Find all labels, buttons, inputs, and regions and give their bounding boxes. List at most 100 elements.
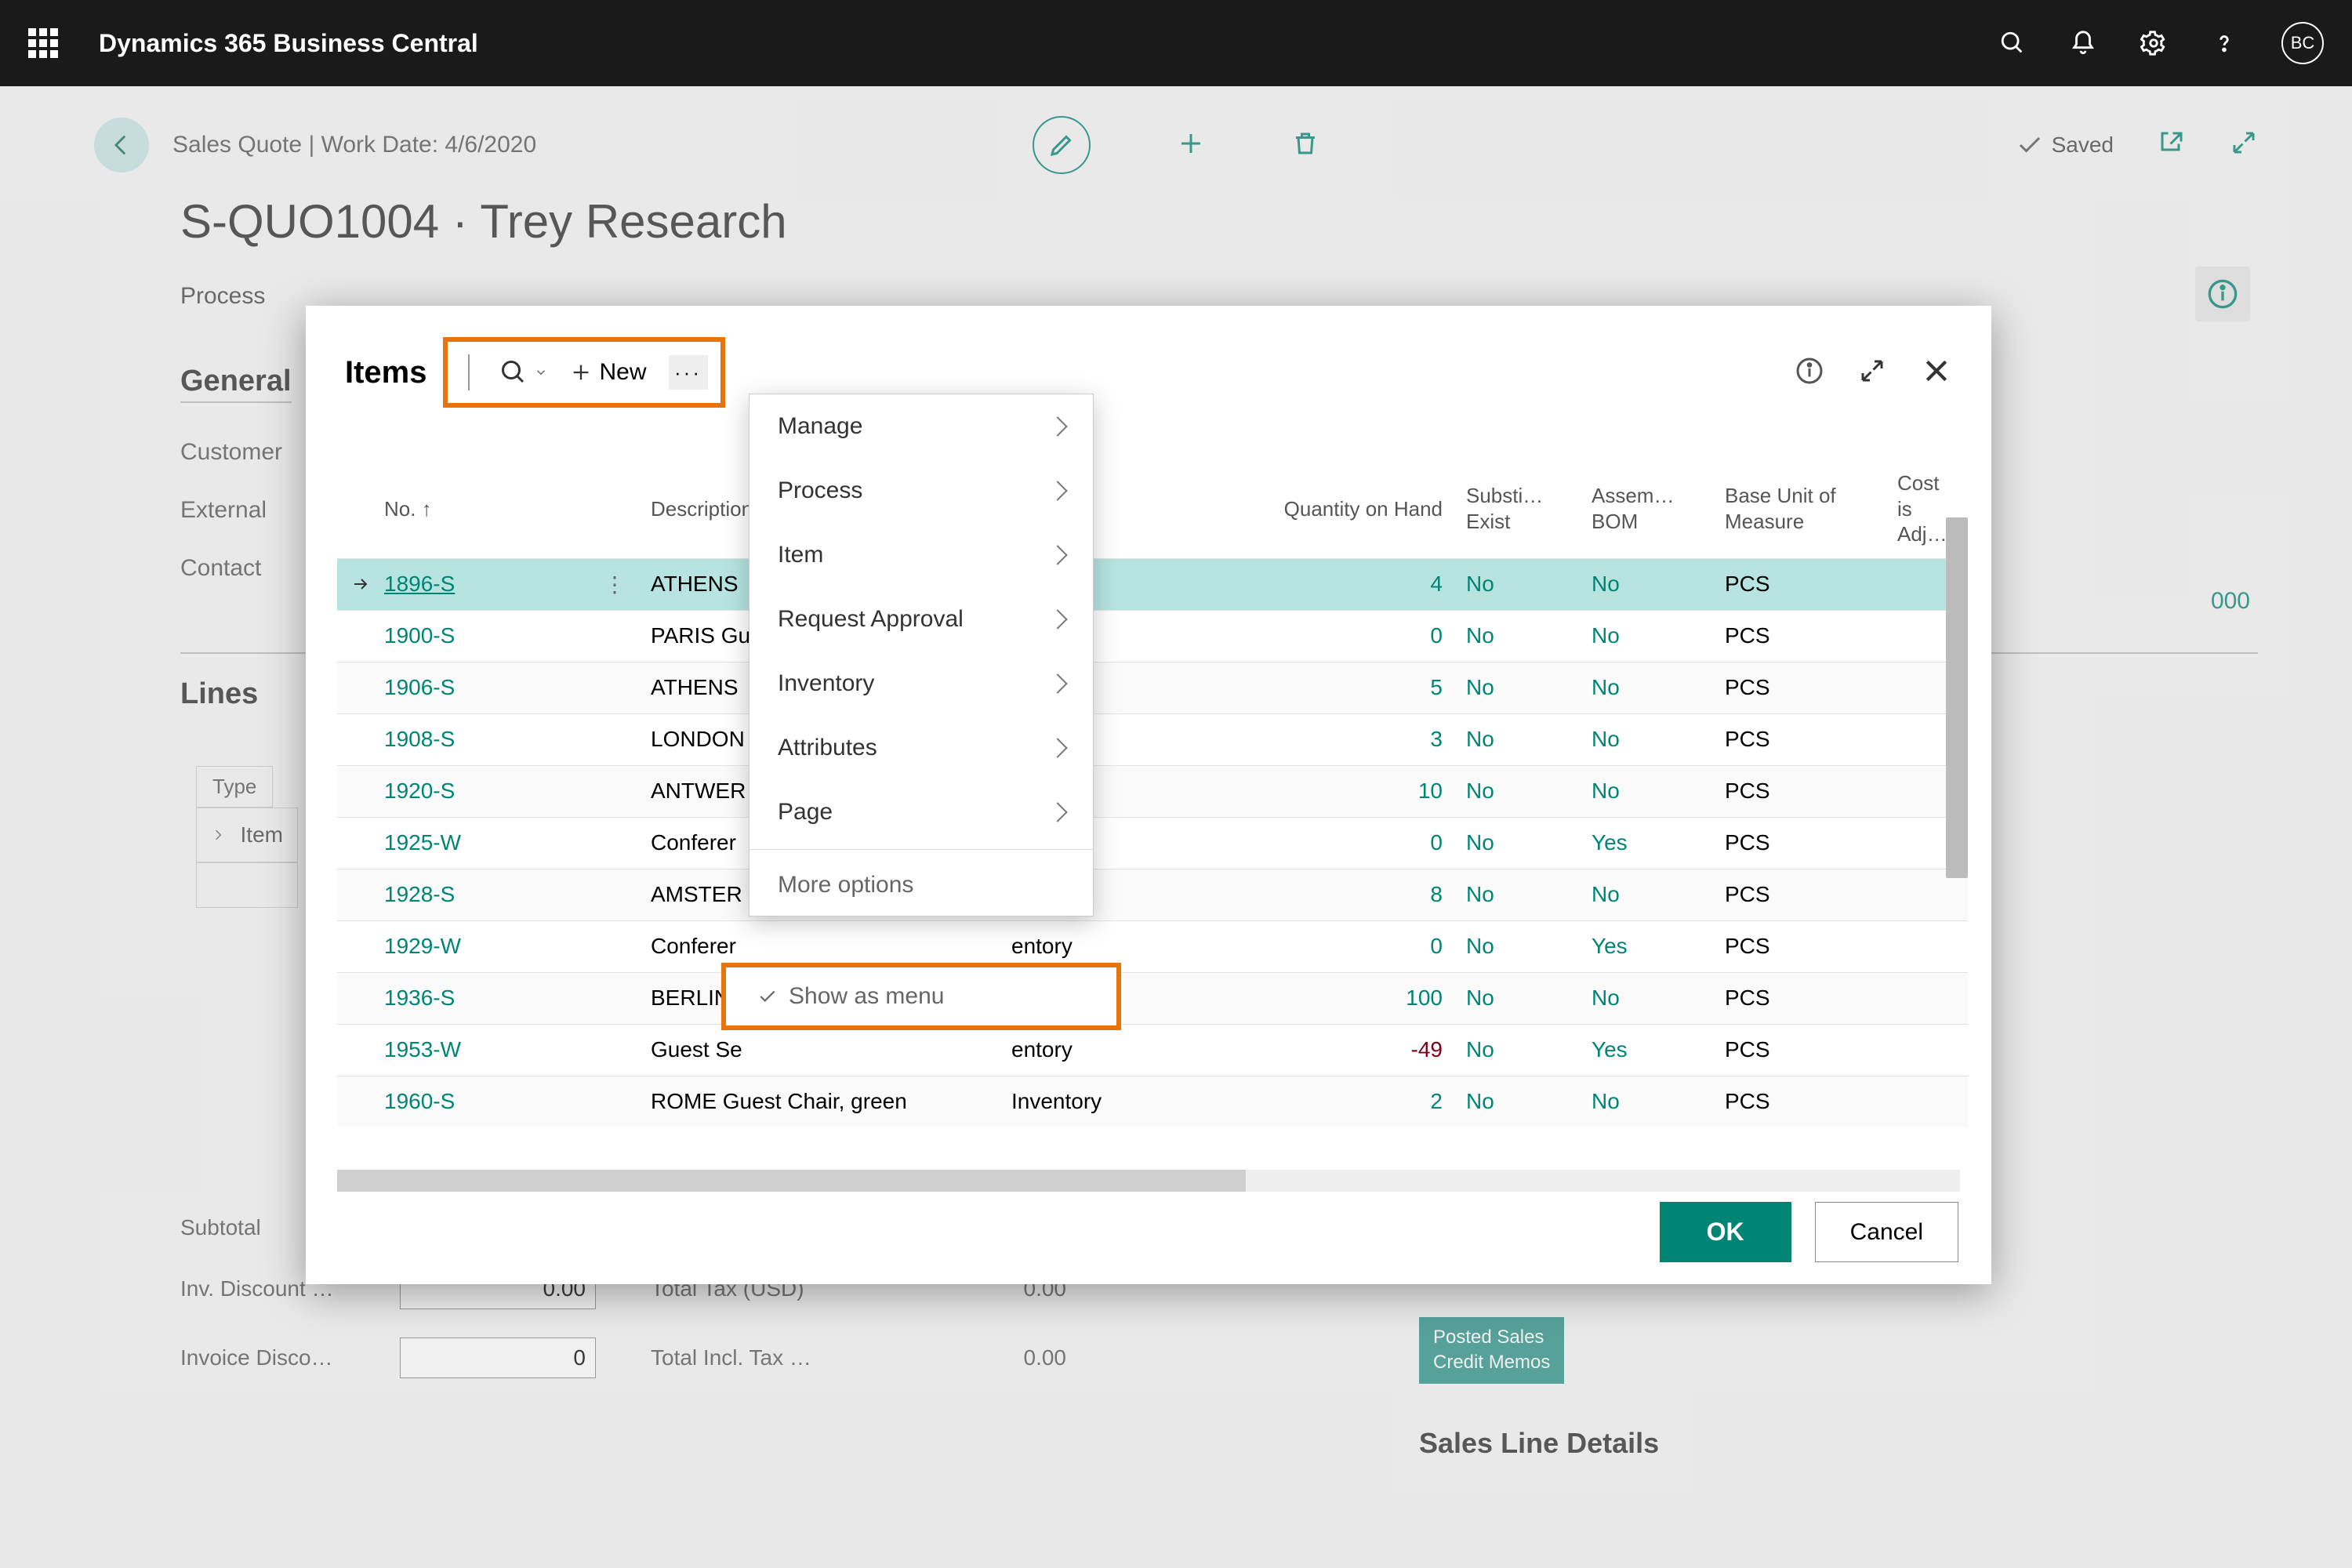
cell-no[interactable]: 1900-S: [384, 623, 604, 648]
cell-qty: 10: [1278, 779, 1466, 804]
cell-no[interactable]: 1936-S: [384, 985, 604, 1011]
cell-substitutes: No: [1466, 1037, 1592, 1062]
cell-substitutes: No: [1466, 882, 1592, 907]
cell-uom: PCS: [1725, 985, 1897, 1011]
app-launcher-icon[interactable]: [28, 28, 58, 58]
table-row[interactable]: 1900-SPARIS Guentory0NoNoPCS: [337, 610, 1968, 662]
cell-substitutes: No: [1466, 985, 1592, 1011]
menu-manage[interactable]: Manage: [750, 394, 1093, 459]
cell-no[interactable]: 1920-S: [384, 779, 604, 804]
col-no[interactable]: No. ↑: [384, 496, 604, 522]
cell-type: entory: [1011, 1037, 1278, 1062]
menu-request-approval[interactable]: Request Approval: [750, 587, 1093, 652]
table-row[interactable]: 1925-WConfererentory0NoYesPCS: [337, 817, 1968, 869]
menu-page[interactable]: Page: [750, 780, 1093, 844]
info-icon[interactable]: [1795, 357, 1824, 389]
cell-uom: PCS: [1725, 830, 1897, 855]
cell-substitutes: No: [1466, 830, 1592, 855]
cell-assembly: Yes: [1592, 934, 1725, 959]
cell-type: Inventory: [1011, 1089, 1278, 1114]
cell-qty: 3: [1278, 727, 1466, 752]
col-qty[interactable]: Quantity on Hand: [1278, 496, 1466, 522]
cell-qty: -49: [1278, 1037, 1466, 1062]
cell-assembly: Yes: [1592, 830, 1725, 855]
cell-description: Guest Se: [651, 1037, 1011, 1062]
cell-substitutes: No: [1466, 779, 1592, 804]
cell-assembly: No: [1592, 572, 1725, 597]
app-topbar: Dynamics 365 Business Central BC: [0, 0, 2352, 86]
col-assembly[interactable]: Assem… BOM: [1592, 483, 1725, 534]
menu-attributes[interactable]: Attributes: [750, 716, 1093, 780]
table-row[interactable]: 1920-SANTWERentory10NoNoPCS: [337, 765, 1968, 817]
table-row[interactable]: 1929-WConfererentory0NoYesPCS: [337, 920, 1968, 972]
cell-uom: PCS: [1725, 727, 1897, 752]
cancel-button[interactable]: Cancel: [1815, 1202, 1958, 1262]
horizontal-scrollbar[interactable]: [337, 1170, 1960, 1192]
cell-no[interactable]: 1906-S: [384, 675, 604, 700]
cell-assembly: No: [1592, 1089, 1725, 1114]
table-row[interactable]: 1908-SLONDONentory3NoNoPCS: [337, 713, 1968, 765]
cell-qty: 2: [1278, 1089, 1466, 1114]
cell-uom: PCS: [1725, 623, 1897, 648]
menu-item[interactable]: Item: [750, 523, 1093, 587]
cell-uom: PCS: [1725, 882, 1897, 907]
cell-assembly: No: [1592, 623, 1725, 648]
ok-button[interactable]: OK: [1660, 1202, 1791, 1262]
table-row[interactable]: 1936-SBERLIN Gentory100NoNoPCS: [337, 972, 1968, 1024]
table-row[interactable]: 1906-SATHENSentory5NoNoPCS: [337, 662, 1968, 713]
cell-substitutes: No: [1466, 727, 1592, 752]
actions-dropdown: Manage Process Item Request Approval Inv…: [749, 394, 1094, 916]
user-avatar[interactable]: BC: [2281, 22, 2324, 64]
cell-no[interactable]: 1908-S: [384, 727, 604, 752]
bell-icon[interactable]: [2070, 30, 2096, 56]
cell-qty: 0: [1278, 830, 1466, 855]
cell-qty: 0: [1278, 623, 1466, 648]
items-lookup-modal: Items New ··· No. ↑ Description Quantity…: [306, 306, 1991, 1284]
menu-process[interactable]: Process: [750, 459, 1093, 523]
cell-assembly: No: [1592, 779, 1725, 804]
cell-type: entory: [1011, 934, 1278, 959]
table-row[interactable]: 1896-S⋮ATHENSentory4NoNoPCS: [337, 558, 1968, 610]
cell-no[interactable]: 1896-S: [384, 572, 604, 597]
gear-icon[interactable]: [2140, 30, 2167, 56]
help-icon[interactable]: [2211, 30, 2238, 56]
cell-substitutes: No: [1466, 934, 1592, 959]
cell-uom: PCS: [1725, 1089, 1897, 1114]
cell-assembly: No: [1592, 985, 1725, 1011]
close-icon[interactable]: [1921, 355, 1952, 390]
cell-substitutes: No: [1466, 675, 1592, 700]
new-button[interactable]: New: [570, 359, 647, 386]
menu-show-as-menu[interactable]: Show as menu: [721, 963, 1121, 1030]
col-uom[interactable]: Base Unit of Measure: [1725, 483, 1897, 534]
cell-assembly: No: [1592, 727, 1725, 752]
table-row[interactable]: 1953-WGuest Seentory-49NoYesPCS: [337, 1024, 1968, 1076]
modal-search-icon[interactable]: [499, 358, 548, 387]
cell-uom: PCS: [1725, 572, 1897, 597]
table-row[interactable]: 1960-SROME Guest Chair, greenInventory2N…: [337, 1076, 1968, 1127]
menu-inventory[interactable]: Inventory: [750, 652, 1093, 716]
toolbar-highlight: New ···: [443, 337, 725, 408]
cell-no[interactable]: 1925-W: [384, 830, 604, 855]
vertical-scrollbar[interactable]: [1946, 517, 1968, 878]
app-title: Dynamics 365 Business Central: [99, 29, 1999, 58]
cell-description: ROME Guest Chair, green: [651, 1089, 1011, 1114]
cell-qty: 4: [1278, 572, 1466, 597]
row-menu-icon[interactable]: ⋮: [604, 572, 626, 597]
cell-no[interactable]: 1960-S: [384, 1089, 604, 1114]
cell-qty: 0: [1278, 934, 1466, 959]
cell-qty: 8: [1278, 882, 1466, 907]
table-row[interactable]: 1928-SAMSTERentory8NoNoPCS: [337, 869, 1968, 920]
cell-uom: PCS: [1725, 1037, 1897, 1062]
expand-icon[interactable]: [1858, 357, 1886, 389]
cell-assembly: No: [1592, 675, 1725, 700]
modal-title: Items: [345, 355, 427, 390]
cell-substitutes: No: [1466, 572, 1592, 597]
cell-no[interactable]: 1928-S: [384, 882, 604, 907]
search-icon[interactable]: [1999, 30, 2026, 56]
cell-no[interactable]: 1929-W: [384, 934, 604, 959]
cell-no[interactable]: 1953-W: [384, 1037, 604, 1062]
cell-substitutes: No: [1466, 1089, 1592, 1114]
menu-more-options[interactable]: More options: [750, 855, 1093, 916]
col-substitutes[interactable]: Substi… Exist: [1466, 483, 1592, 534]
more-actions-button[interactable]: ···: [669, 355, 708, 390]
